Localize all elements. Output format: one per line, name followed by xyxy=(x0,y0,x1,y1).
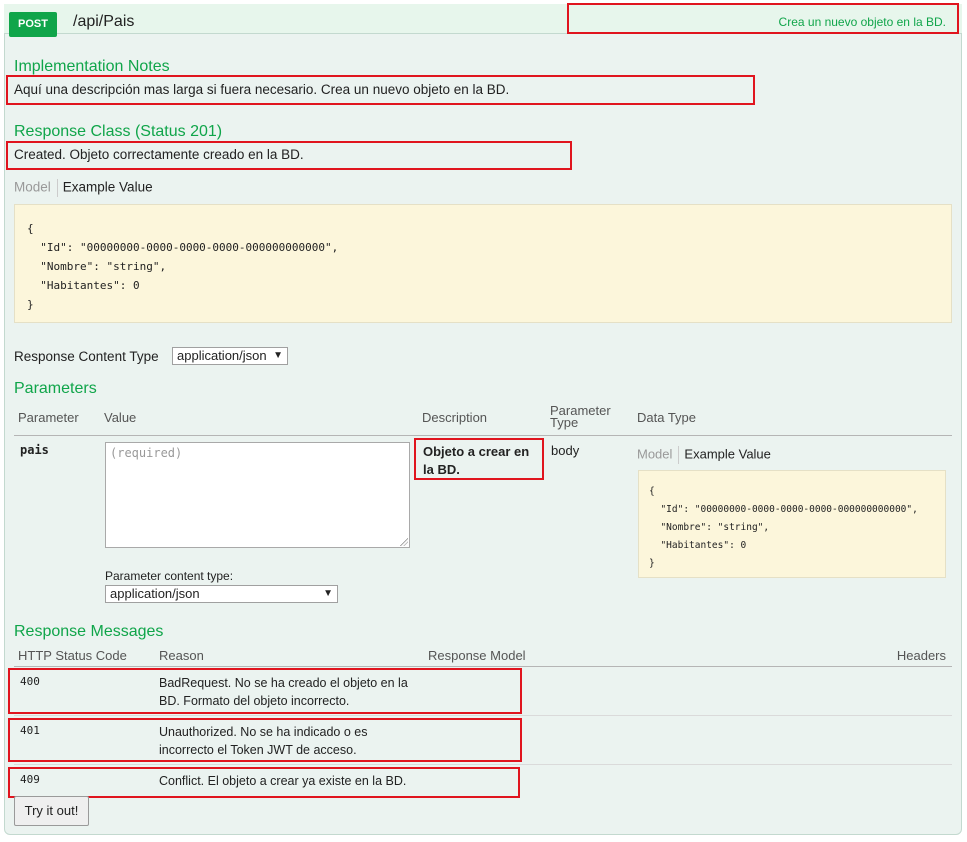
highlight-row-400-box xyxy=(8,668,522,714)
response-example-code: { "Id": "00000000-0000-0000-0000-0000000… xyxy=(14,204,952,323)
implementation-notes-title: Implementation Notes xyxy=(14,58,170,75)
param-type: body xyxy=(551,443,580,458)
highlight-summary-box xyxy=(567,3,959,34)
resp-header-code: HTTP Status Code xyxy=(18,648,127,663)
param-tab-example-value[interactable]: Example Value xyxy=(684,446,770,461)
param-value-textarea[interactable]: (required) xyxy=(105,442,410,548)
chevron-down-icon: ▼ xyxy=(323,588,333,599)
row-divider xyxy=(14,715,952,716)
param-content-type-value: application/json xyxy=(110,586,200,601)
param-header-parameter: Parameter xyxy=(18,410,79,425)
try-it-out-button[interactable]: Try it out! xyxy=(14,796,89,826)
response-messages-title: Response Messages xyxy=(14,623,164,640)
resp-header-divider xyxy=(14,666,952,667)
chevron-down-icon: ▼ xyxy=(273,350,283,361)
param-name: pais xyxy=(20,443,49,457)
tab-model[interactable]: Model xyxy=(14,180,51,195)
row-divider xyxy=(14,764,952,765)
response-content-type-select[interactable]: application/json ▼ xyxy=(172,347,288,365)
param-model-tabs: Model Example Value xyxy=(637,446,771,464)
response-content-type-label: Response Content Type xyxy=(14,349,159,364)
highlight-response-class-box xyxy=(6,141,572,170)
param-header-type: Parameter Type xyxy=(550,404,611,430)
param-header-divider xyxy=(14,435,952,436)
highlight-notes-box xyxy=(6,75,755,105)
resp-header-headers: Headers xyxy=(896,648,946,663)
resp-header-model: Response Model xyxy=(428,648,526,663)
param-content-type-select[interactable]: application/json ▼ xyxy=(105,585,338,603)
resize-grip-icon[interactable] xyxy=(400,538,408,546)
param-header-data-type: Data Type xyxy=(637,410,697,425)
param-value-placeholder: (required) xyxy=(110,446,183,460)
highlight-row-401-box xyxy=(8,718,522,762)
param-header-type-line2: Type xyxy=(550,415,579,430)
param-header-value: Value xyxy=(104,410,137,425)
response-content-type-value: application/json xyxy=(177,348,267,363)
tab-example-value[interactable]: Example Value xyxy=(63,180,153,195)
response-class-title: Response Class (Status 201) xyxy=(14,123,223,140)
endpoint-path[interactable]: /api/Pais xyxy=(73,13,134,31)
response-class-tabs: Model Example Value xyxy=(14,179,153,197)
param-header-description: Description xyxy=(422,410,488,425)
resp-header-reason: Reason xyxy=(159,648,204,663)
param-content-type-label: Parameter content type: xyxy=(105,569,234,583)
param-example-code: { "Id": "00000000-0000-0000-0000-0000000… xyxy=(638,470,946,578)
http-method-badge[interactable]: POST xyxy=(9,12,57,37)
parameters-title: Parameters xyxy=(14,380,97,397)
highlight-row-409-box xyxy=(8,767,520,798)
param-tab-model[interactable]: Model xyxy=(637,446,672,461)
highlight-param-description-box xyxy=(414,438,544,480)
